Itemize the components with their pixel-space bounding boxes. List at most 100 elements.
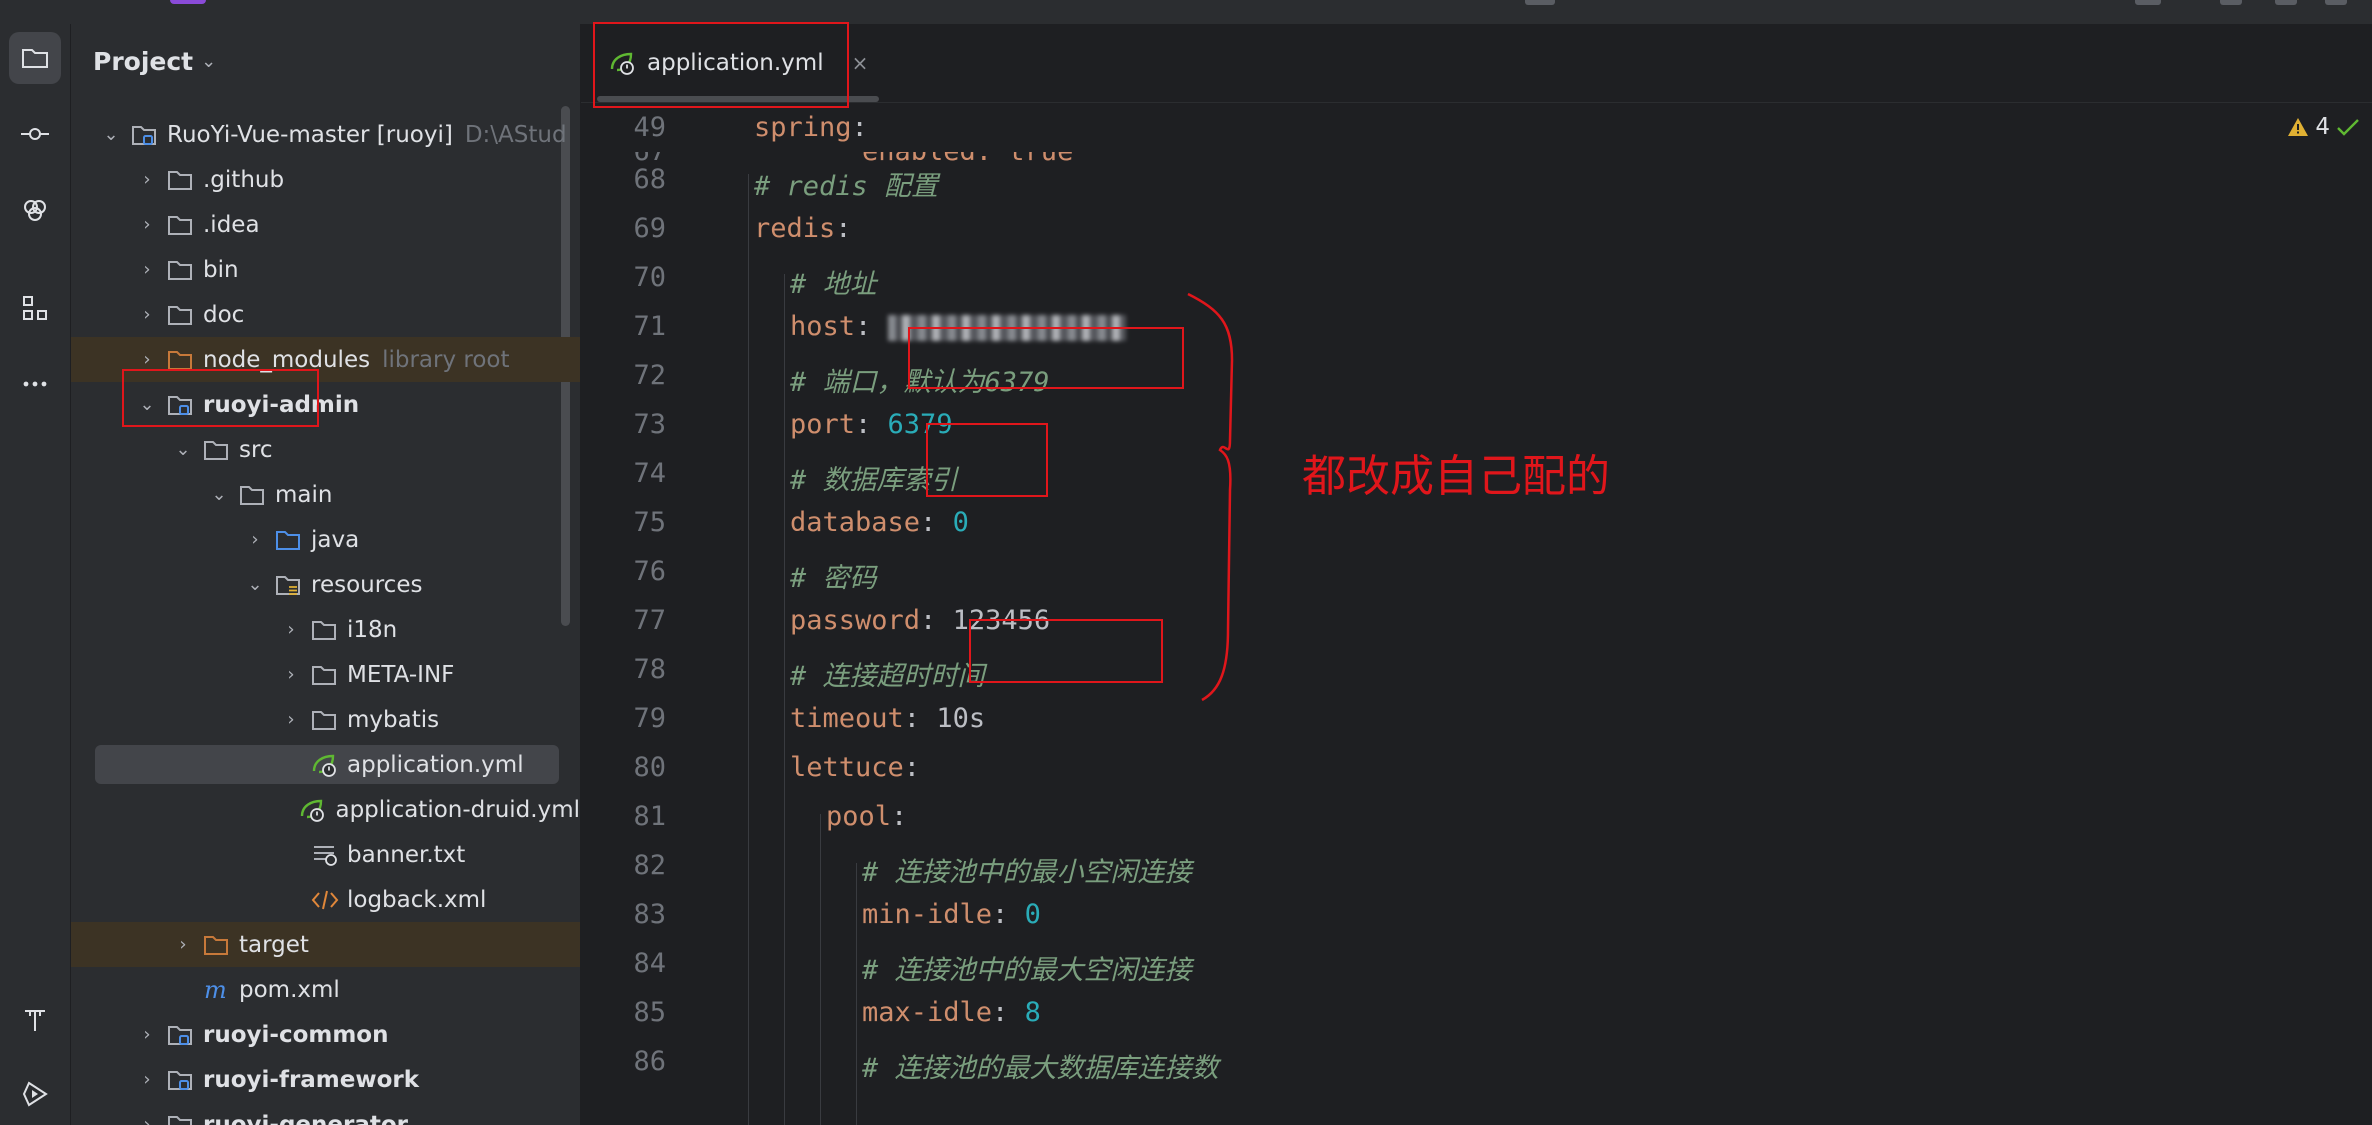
branch-icon[interactable] (1525, 0, 1555, 5)
chevron-right-icon[interactable]: › (137, 169, 157, 190)
chevron-right-icon[interactable]: › (281, 619, 301, 640)
line-number: 83 (633, 899, 666, 930)
code-line[interactable]: 78 # 连接超时时间 (581, 646, 2372, 695)
tree-item-ruoyi-vue-master-ruoyi[interactable]: ⌄ RuoYi-Vue-master [ruoyi] D:\AStud (71, 112, 580, 157)
tree-item-resources[interactable]: ⌄ resources (71, 562, 580, 607)
line-number: 76 (633, 556, 666, 587)
svg-text:m: m (204, 978, 227, 1002)
yaml-colon: : (855, 409, 888, 440)
chevron-right-icon[interactable]: › (137, 1114, 157, 1125)
chevron-right-icon[interactable]: › (137, 1024, 157, 1045)
tree-item-label: target (239, 931, 309, 958)
chevron-right-icon[interactable]: › (137, 349, 157, 370)
tree-item-label: application-druid.yml (335, 796, 580, 823)
tree-item-src[interactable]: ⌄ src (71, 427, 580, 472)
yaml-colon: : (920, 507, 953, 538)
chevron-right-icon[interactable]: › (173, 934, 193, 955)
project-tool-button[interactable] (9, 32, 61, 84)
code-line[interactable]: 83 min-idle: 0 (581, 891, 2372, 940)
structure-icon (23, 296, 47, 320)
tab-highlight-box (593, 22, 849, 108)
yaml-comment: # 连接池中的最大空闲连接 (862, 955, 1192, 986)
toolbar-icon[interactable] (2325, 0, 2347, 5)
code-line[interactable]: 72 # 端口，默认为6379 (581, 352, 2372, 401)
tree-item-application-yml[interactable]: application.yml (71, 742, 580, 787)
project-panel-header[interactable]: Project ⌄ (93, 44, 216, 78)
tree-item-bin[interactable]: › bin (71, 247, 580, 292)
module-folder-icon (167, 1068, 195, 1092)
chevron-right-icon[interactable]: › (137, 214, 157, 235)
chevron-right-icon[interactable]: › (137, 304, 157, 325)
tree-item-github[interactable]: › .github (71, 157, 580, 202)
code-line[interactable]: 75 database: 0 (581, 499, 2372, 548)
tree-item-idea[interactable]: › .idea (71, 202, 580, 247)
code-line[interactable]: 86 # 连接池的最大数据库连接数 (581, 1038, 2372, 1087)
project-panel-title: Project (93, 46, 194, 76)
tree-item-target[interactable]: › target (71, 922, 580, 967)
tree-item-ruoyi-common[interactable]: › ruoyi-common (71, 1012, 580, 1057)
tree-item-doc[interactable]: › doc (71, 292, 580, 337)
chevron-right-icon[interactable]: › (137, 259, 157, 280)
chevron-down-icon[interactable]: ⌄ (209, 484, 229, 505)
toolbar-icon[interactable] (2135, 0, 2161, 5)
yaml-comment: # 密码 (790, 563, 877, 594)
tree-item-ruoyi-framework[interactable]: › ruoyi-framework (71, 1057, 580, 1102)
tree-item-pom-xml[interactable]: m pom.xml (71, 967, 580, 1012)
tree-item-mybatis[interactable]: › mybatis (71, 697, 580, 742)
line-number: 70 (633, 262, 666, 293)
project-badge-icon[interactable] (170, 0, 206, 4)
code-line[interactable]: 81 pool: (581, 793, 2372, 842)
module-highlight-box (122, 369, 319, 427)
code-line[interactable]: 80 lettuce: (581, 744, 2372, 793)
chevron-down-icon[interactable]: ⌄ (173, 439, 193, 460)
toolbar-icon[interactable] (2220, 0, 2242, 5)
line-number: 77 (633, 605, 666, 636)
chevron-down-icon[interactable]: ⌄ (245, 574, 265, 595)
code-line[interactable]: 69 redis: (581, 205, 2372, 254)
tree-item-main[interactable]: ⌄ main (71, 472, 580, 517)
code-line[interactable]: 70 # 地址 (581, 254, 2372, 303)
tree-item-label: doc (203, 301, 245, 328)
chevron-right-icon[interactable]: › (245, 529, 265, 550)
chevron-right-icon[interactable]: › (137, 1069, 157, 1090)
code-line[interactable]: 76 # 密码 (581, 548, 2372, 597)
code-line[interactable]: 79 timeout: 10s (581, 695, 2372, 744)
yaml-number-value: 0 (1024, 899, 1041, 930)
tree-item-banner-txt[interactable]: banner.txt (71, 832, 580, 877)
code-editor[interactable]: 68 # redis 配置 69 redis: 70 # 地址 71 host: 72 # 端口… (581, 156, 2372, 1125)
tree-item-i18n[interactable]: › i18n (71, 607, 580, 652)
sticky-header-line[interactable]: 49 spring: (581, 102, 2372, 156)
folder-icon (167, 213, 195, 237)
resources-folder-icon (275, 573, 303, 597)
close-tab-icon[interactable]: × (852, 51, 869, 75)
yaml-key: spring (754, 112, 852, 143)
line-number: 49 (633, 112, 666, 143)
code-line[interactable]: 85 max-idle: 8 (581, 989, 2372, 1038)
toolbar-icon[interactable] (2275, 0, 2297, 5)
code-line[interactable]: 68 # redis 配置 (581, 156, 2372, 205)
run-tool-button[interactable] (9, 1068, 61, 1120)
more-tools-button[interactable] (9, 358, 61, 410)
code-line[interactable]: 71 host: (581, 303, 2372, 352)
inspection-widget[interactable]: 4 (2287, 114, 2360, 140)
line-number: 81 (633, 801, 666, 832)
terminal-tool-button[interactable] (9, 994, 61, 1046)
tree-item-label: .idea (203, 211, 260, 238)
chevron-down-icon[interactable]: ⌄ (101, 124, 121, 145)
code-line[interactable]: 82 # 连接池中的最小空闲连接 (581, 842, 2372, 891)
ai-assistant-button[interactable] (9, 184, 61, 236)
code-line[interactable]: 77 password: 123456 (581, 597, 2372, 646)
chevron-right-icon[interactable]: › (281, 709, 301, 730)
chevron-right-icon[interactable]: › (281, 664, 301, 685)
structure-tool-button[interactable] (9, 282, 61, 334)
tree-item-logback-xml[interactable]: logback.xml (71, 877, 580, 922)
title-bar (0, 0, 2372, 24)
tree-item-ruoyi-generator[interactable]: › ruoyi-generator (71, 1102, 580, 1125)
commit-tool-button[interactable] (9, 108, 61, 160)
tree-item-java[interactable]: › java (71, 517, 580, 562)
yaml-comment: # 连接池中的最小空闲连接 (862, 857, 1192, 888)
code-line[interactable]: 84 # 连接池中的最大空闲连接 (581, 940, 2372, 989)
tree-item-meta-inf[interactable]: › META-INF (71, 652, 580, 697)
tree-item-application-druid-yml[interactable]: application-druid.yml (71, 787, 580, 832)
yaml-colon: : (835, 213, 852, 244)
